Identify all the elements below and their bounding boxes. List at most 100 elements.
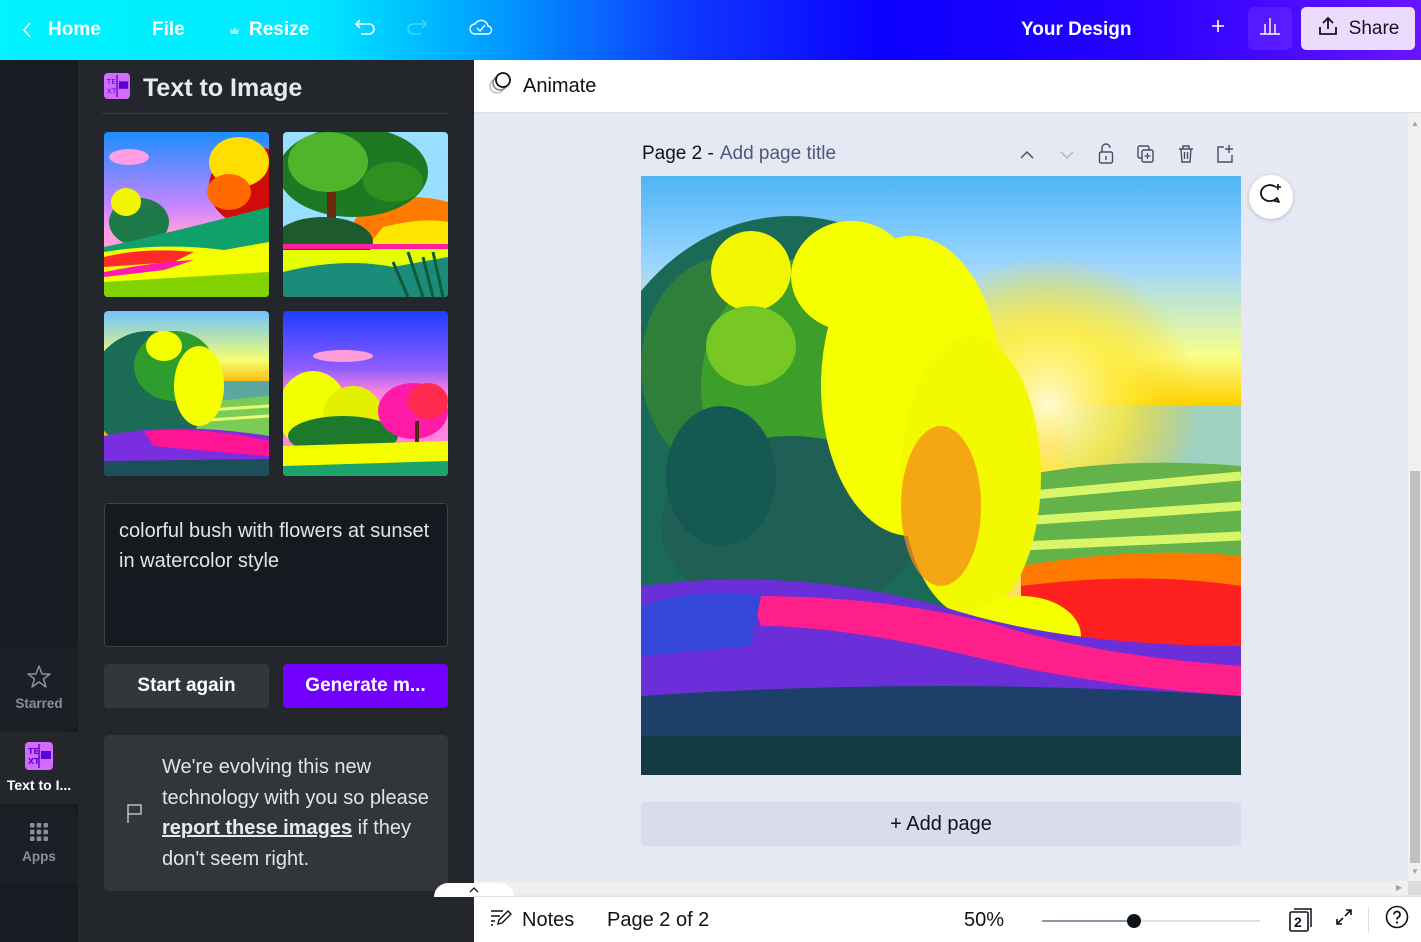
home-button[interactable]: Home — [22, 0, 101, 60]
start-again-label: Start again — [137, 675, 236, 696]
chevron-left-icon — [22, 22, 32, 38]
design-page-image[interactable] — [641, 176, 1241, 775]
trash-icon — [1177, 144, 1195, 169]
scroll-down-arrow-icon[interactable]: ▼ — [1411, 868, 1419, 876]
text-to-image-app-icon: TE XT — [104, 72, 130, 104]
generate-more-label: Generate m... — [305, 675, 426, 696]
feedback-notice: We're evolving this new technology with … — [104, 735, 448, 891]
move-page-down-button[interactable] — [1055, 144, 1079, 168]
design-canvas-area: Page 2 - Add page title + Add page — [474, 113, 1408, 883]
panel-header: TE XT Text to Image — [104, 70, 302, 106]
panel-divider — [102, 113, 447, 114]
bar-chart-icon — [1258, 16, 1282, 41]
undo-icon — [354, 18, 376, 42]
unlock-icon — [1098, 142, 1114, 170]
animate-label: Animate — [523, 74, 597, 97]
crown-icon — [229, 19, 240, 41]
share-label: Share — [1348, 17, 1400, 39]
flag-icon — [126, 802, 144, 829]
page-grid-view-button[interactable]: 2 — [1288, 897, 1314, 942]
notice-text-before: We're evolving this new technology with … — [162, 756, 429, 809]
zoom-percent-text: 50% — [964, 908, 1005, 931]
expand-arrows-icon — [1334, 907, 1354, 933]
duplicate-page-button[interactable] — [1134, 144, 1158, 168]
generate-more-button[interactable]: Generate m... — [283, 664, 448, 708]
generated-image-thumbnail-4[interactable] — [283, 311, 448, 476]
add-page-button[interactable]: + Add page — [641, 802, 1241, 846]
top-bar: Home File Resize Your Design Share — [0, 0, 1421, 60]
undo-button[interactable] — [354, 0, 376, 60]
add-comment-button[interactable] — [1249, 175, 1293, 219]
share-upload-icon — [1317, 15, 1339, 43]
report-images-link[interactable]: report these images — [162, 817, 352, 839]
help-question-icon — [1385, 905, 1409, 935]
canva-editor: Home File Resize Your Design Share Starr… — [0, 0, 1421, 942]
generated-image-thumbnail-3[interactable] — [104, 311, 269, 476]
add-page-label: + Add page — [890, 812, 992, 835]
save-status-button[interactable] — [469, 0, 493, 60]
pages-stack-icon: 2 — [1288, 907, 1314, 933]
page-indicator-text: Page 2 of 2 — [607, 908, 710, 931]
page-number-label: Page 2 - — [642, 143, 714, 164]
bottom-bar: Notes Page 2 of 2 50% 2 — [474, 896, 1421, 942]
page-title-input[interactable]: Add page title — [720, 143, 836, 165]
home-label: Home — [48, 19, 101, 40]
delete-page-button[interactable] — [1174, 144, 1198, 168]
add-page-icon — [1215, 144, 1235, 169]
insights-button[interactable] — [1248, 7, 1292, 50]
bottom-bar-divider — [1368, 907, 1369, 933]
plus-icon — [1210, 18, 1226, 39]
move-page-up-button[interactable] — [1015, 144, 1039, 168]
notes-button[interactable]: Notes — [490, 897, 574, 942]
rail-label-starred: Starred — [15, 696, 63, 711]
notice-text: We're evolving this new technology with … — [162, 752, 442, 874]
notes-icon — [490, 908, 512, 932]
zoom-slider-handle[interactable] — [1126, 914, 1141, 928]
scroll-up-arrow-icon[interactable]: ▲ — [1411, 120, 1419, 128]
generated-image-thumbnail-2[interactable] — [283, 132, 448, 297]
zoom-slider[interactable] — [1042, 914, 1260, 928]
help-button[interactable] — [1385, 897, 1409, 942]
resize-button[interactable]: Resize — [229, 0, 309, 60]
share-button[interactable]: Share — [1301, 7, 1415, 50]
svg-text:TE: TE — [28, 747, 39, 756]
rail-label-text-to-image: Text to I... — [6, 777, 72, 793]
lock-page-button[interactable] — [1094, 142, 1118, 170]
expand-pages-tab[interactable] — [434, 883, 514, 897]
animate-button[interactable]: Animate — [488, 71, 596, 101]
start-again-button[interactable]: Start again — [104, 664, 269, 708]
page-header: Page 2 - Add page title — [642, 143, 836, 165]
vertical-scrollbar[interactable]: ▲ ▼ — [1408, 113, 1421, 883]
rail-item-text-to-image[interactable]: TE XT Text to I... — [0, 732, 78, 804]
redo-button[interactable] — [406, 0, 428, 60]
animate-toolbar: Animate — [474, 60, 1421, 113]
generated-image-thumbnail-1[interactable] — [104, 132, 269, 297]
panel-title: Text to Image — [143, 73, 303, 102]
svg-text:XT: XT — [107, 86, 117, 95]
zoom-percent-button[interactable]: 50% — [964, 897, 1004, 942]
text-to-image-panel: TE XT Text to Image colorful bush with f… — [78, 60, 474, 942]
rail-item-apps[interactable]: Apps — [0, 806, 78, 882]
add-page-after-button[interactable] — [1213, 144, 1237, 168]
page-count-badge: 2 — [1294, 914, 1302, 930]
chevron-down-icon — [1059, 147, 1075, 165]
duplicate-icon — [1136, 144, 1156, 169]
caret-up-icon — [469, 884, 479, 896]
prompt-input[interactable] — [104, 503, 448, 647]
svg-text:TE: TE — [106, 77, 117, 86]
apps-grid-icon — [29, 822, 49, 845]
vertical-scrollbar-thumb[interactable] — [1410, 471, 1420, 863]
star-icon — [25, 663, 53, 694]
file-menu-button[interactable]: File — [152, 0, 185, 60]
rail-item-starred[interactable]: Starred — [0, 647, 78, 732]
file-label: File — [152, 19, 185, 40]
add-collaborator-button[interactable] — [1196, 7, 1240, 50]
scroll-right-arrow-icon[interactable]: ▶ — [1396, 884, 1402, 892]
chevron-up-icon — [1019, 147, 1035, 165]
fullscreen-button[interactable] — [1334, 897, 1354, 942]
design-title[interactable]: Your Design — [1021, 0, 1132, 60]
redo-icon — [406, 18, 428, 42]
comment-plus-icon — [1258, 182, 1284, 213]
page-indicator: Page 2 of 2 — [607, 897, 709, 942]
horizontal-scrollbar[interactable]: ◀ ▶ — [474, 881, 1408, 895]
